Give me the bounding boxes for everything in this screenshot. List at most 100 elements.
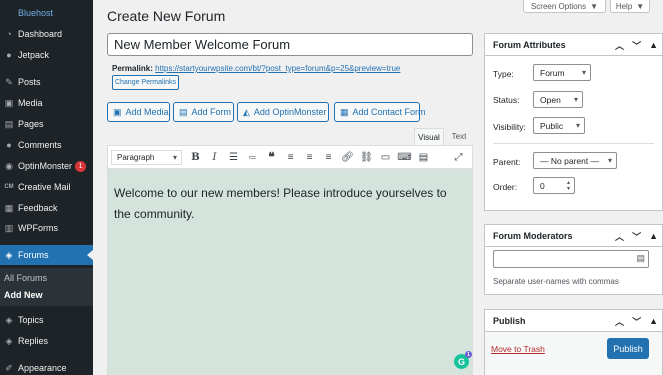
move-up-icon[interactable]: ︿	[615, 230, 624, 243]
sidebar-item-label: Pages	[18, 119, 44, 129]
moderators-input[interactable]: ▤	[493, 250, 649, 268]
forum-title-input[interactable]: New Member Welcome Forum	[107, 33, 473, 56]
parent-value: — No parent —	[540, 155, 600, 166]
change-permalinks-button[interactable]: Change Permalinks	[112, 75, 179, 90]
status-select[interactable]: Open ▾	[533, 91, 583, 108]
sidebar-item-optinmonster[interactable]: ◉ OptinMonster 1	[0, 156, 93, 176]
tab-visual[interactable]: Visual	[414, 128, 444, 145]
moderators-hint: Separate user-names with commas	[493, 277, 619, 286]
sidebar-item-posts[interactable]: ✎ Posts	[0, 72, 93, 92]
move-to-trash-link[interactable]: Move to Trash	[491, 344, 545, 354]
editor-content[interactable]: Welcome to our new members! Please intro…	[107, 169, 473, 375]
sidebar-item-replies[interactable]: ◈ Replies	[0, 331, 93, 351]
publish-button[interactable]: Publish	[607, 338, 649, 359]
help-button[interactable]: Help ▼	[610, 0, 650, 13]
permalink-label: Permalink:	[112, 64, 153, 73]
forum-attributes-panel: Forum Attributes ︿ ﹀ ▲ Type: Forum ▾ Sta…	[484, 33, 663, 211]
fullscreen-icon[interactable]: ⤢	[449, 149, 468, 166]
bold-icon[interactable]: B	[186, 149, 205, 166]
grammarly-badge: 1	[465, 351, 472, 358]
forum-title-value: New Member Welcome Forum	[114, 37, 291, 52]
sidebar-item-forums[interactable]: ◈ Forums	[0, 245, 93, 265]
submenu-add-new[interactable]: Add New	[4, 290, 43, 300]
parent-select[interactable]: — No parent — ▾	[533, 152, 617, 169]
keyboard-icon[interactable]: ⌨︎	[395, 149, 414, 166]
align-center-icon[interactable]: ≡	[300, 149, 319, 166]
move-down-icon[interactable]: ﹀	[632, 230, 641, 243]
sidebar-item-label: WPForms	[18, 223, 58, 233]
spinner-icon[interactable]: ▴ ▾	[567, 180, 570, 192]
help-label: Help	[615, 1, 633, 11]
read-more-icon[interactable]: ▭	[376, 149, 395, 166]
italic-icon[interactable]: I	[205, 149, 224, 166]
format-select[interactable]: Paragraph ▾	[111, 149, 182, 165]
jetpack-icon: ●	[6, 50, 12, 60]
collapse-icon[interactable]: ▲	[649, 316, 658, 326]
collapse-icon[interactable]: ▲	[649, 40, 658, 50]
permalink-link[interactable]: https://startyourwpsite.com/bt/?post_typ…	[155, 64, 400, 73]
move-up-icon[interactable]: ︿	[615, 315, 624, 328]
sidebar-item-creative-mail[interactable]: CM Creative Mail	[0, 177, 93, 197]
media-icon: ▣	[4, 97, 14, 108]
move-down-icon[interactable]: ﹀	[632, 315, 641, 328]
submenu-all-forums[interactable]: All Forums	[4, 273, 47, 283]
add-media-button[interactable]: ▣ Add Media	[107, 102, 170, 122]
align-right-icon[interactable]: ≡	[319, 149, 338, 166]
move-up-icon[interactable]: ︿	[615, 39, 624, 52]
sidebar-item-label: Feedback	[18, 203, 58, 213]
type-select[interactable]: Forum ▾	[533, 64, 591, 81]
sidebar-item-label: Replies	[18, 336, 49, 346]
screen-options-button[interactable]: Screen Options ▼	[523, 0, 606, 13]
add-contact-form-button[interactable]: ▦ Add Contact Form	[334, 102, 426, 122]
parent-label: Parent:	[493, 157, 521, 167]
sidebar-item-pages[interactable]: ▤ Pages	[0, 114, 93, 134]
move-down-icon[interactable]: ﹀	[632, 39, 641, 52]
wpforms-icon: ▥	[4, 222, 14, 233]
numbered-list-icon[interactable]: ≔	[243, 149, 262, 166]
sidebar-item-jetpack[interactable]: ● Jetpack	[0, 45, 93, 65]
sidebar-item-feedback[interactable]: ▦ Feedback	[0, 198, 93, 218]
format-select-value: Paragraph	[117, 152, 155, 162]
sidebar-item-dashboard[interactable]: ◔ Dashboard	[0, 24, 93, 44]
publish-panel: Publish ︿ ﹀ ▲ Move to Trash Publish	[484, 309, 663, 375]
sidebar-item-topics[interactable]: ◈ Topics	[0, 310, 93, 330]
topics-icon: ◈	[5, 314, 13, 325]
sidebar-item-label: Bluehost	[18, 8, 54, 18]
caret-down-icon: ▼	[590, 1, 599, 11]
toolbar-toggle-icon[interactable]: ▤	[414, 149, 433, 166]
sidebar-item-label: Appearance	[18, 363, 67, 373]
tab-text[interactable]: Text	[445, 128, 473, 145]
type-value: Forum	[540, 67, 565, 78]
type-label: Type:	[493, 69, 514, 79]
sidebar-item-wpforms[interactable]: ▥ WPForms	[0, 218, 93, 238]
sidebar-item-appearance[interactable]: ✐ Appearance	[0, 358, 93, 375]
panel-title: Forum Attributes	[493, 39, 566, 50]
align-left-icon[interactable]: ≡	[281, 149, 300, 166]
add-form-button[interactable]: ▤ Add Form	[173, 102, 234, 122]
link-icon[interactable]: 🔗︎	[338, 149, 357, 166]
sidebar-item-site[interactable]: Bluehost	[0, 3, 93, 23]
sidebar-item-label: Jetpack	[18, 50, 50, 60]
add-optinmonster-button[interactable]: ◭ Add OptinMonster	[237, 102, 329, 122]
screen-options-label: Screen Options	[530, 1, 587, 11]
collapse-icon[interactable]: ▲	[649, 231, 658, 241]
visibility-select[interactable]: Public ▾	[533, 117, 585, 134]
bullet-list-icon[interactable]: ☰	[224, 149, 243, 166]
forum-moderators-panel: Forum Moderators ︿ ﹀ ▲ ▤ Separate user-n…	[484, 224, 663, 295]
order-input[interactable]: 0 ▴ ▾	[533, 177, 575, 194]
grammarly-icon[interactable]: G 1	[454, 351, 472, 369]
status-value: Open	[540, 94, 561, 105]
visibility-value: Public	[540, 120, 564, 131]
sidebar-item-comments[interactable]: ● Comments	[0, 135, 93, 155]
sidebar-item-media[interactable]: ▣ Media	[0, 93, 93, 113]
forums-submenu: All Forums Add New	[0, 268, 93, 306]
visibility-label: Visibility:	[493, 122, 526, 132]
forums-icon: ◈	[5, 249, 13, 260]
chevron-down-icon: ▾	[581, 68, 586, 77]
permalink-row: Permalink: https://startyourwpsite.com/b…	[112, 64, 400, 73]
blockquote-icon[interactable]: ❝	[262, 149, 281, 166]
unlink-icon[interactable]: ⛓︎	[357, 149, 376, 166]
sidebar-item-label: Media	[18, 98, 43, 108]
chevron-down-icon: ▾	[573, 95, 578, 104]
pin-icon: ✎	[5, 76, 13, 87]
